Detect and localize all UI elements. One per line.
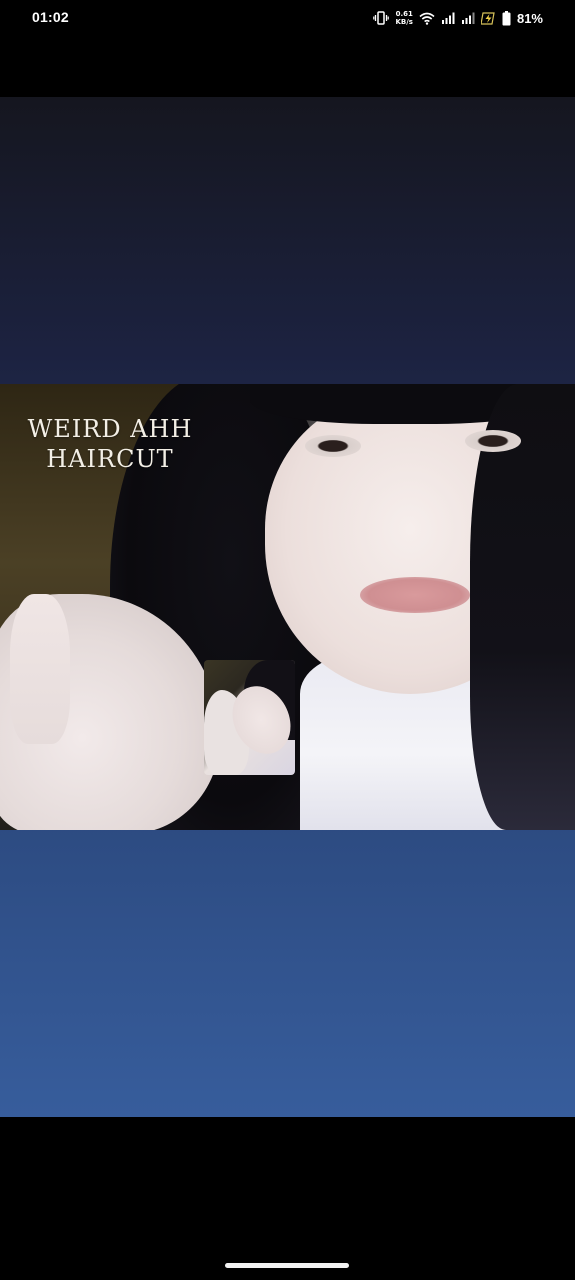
- thumb: [10, 594, 70, 744]
- eye-right: [465, 430, 521, 452]
- signal-icon: [441, 12, 455, 24]
- eye-left: [305, 435, 361, 457]
- network-speed-value: 0.61: [395, 10, 413, 18]
- network-speed-unit: KB/s: [395, 18, 413, 26]
- status-icons: 0.61 KB/s 81%: [373, 8, 543, 28]
- video-caption: WEIRD AHH HAIRCUT: [20, 414, 200, 474]
- self-view-pip[interactable]: [204, 660, 295, 775]
- charging-icon: [480, 11, 495, 25]
- lips: [360, 577, 470, 613]
- home-indicator[interactable]: [225, 1263, 349, 1268]
- bottom-spacer: [0, 1117, 575, 1280]
- caption-line-2: HAIRCUT: [46, 445, 174, 473]
- battery-percent: 81%: [516, 10, 543, 26]
- battery-icon: [502, 10, 511, 25]
- wifi-icon: [419, 12, 435, 25]
- signal-icon: [461, 12, 475, 24]
- status-bar: 01:02 0.61 KB/s 81%: [0, 0, 575, 36]
- vibrate-icon: [373, 11, 390, 25]
- status-time: 01:02: [32, 9, 69, 25]
- network-speed: 0.61 KB/s: [395, 10, 412, 26]
- caption-line-1: WEIRD AHH: [27, 415, 193, 443]
- top-spacer: [0, 36, 575, 97]
